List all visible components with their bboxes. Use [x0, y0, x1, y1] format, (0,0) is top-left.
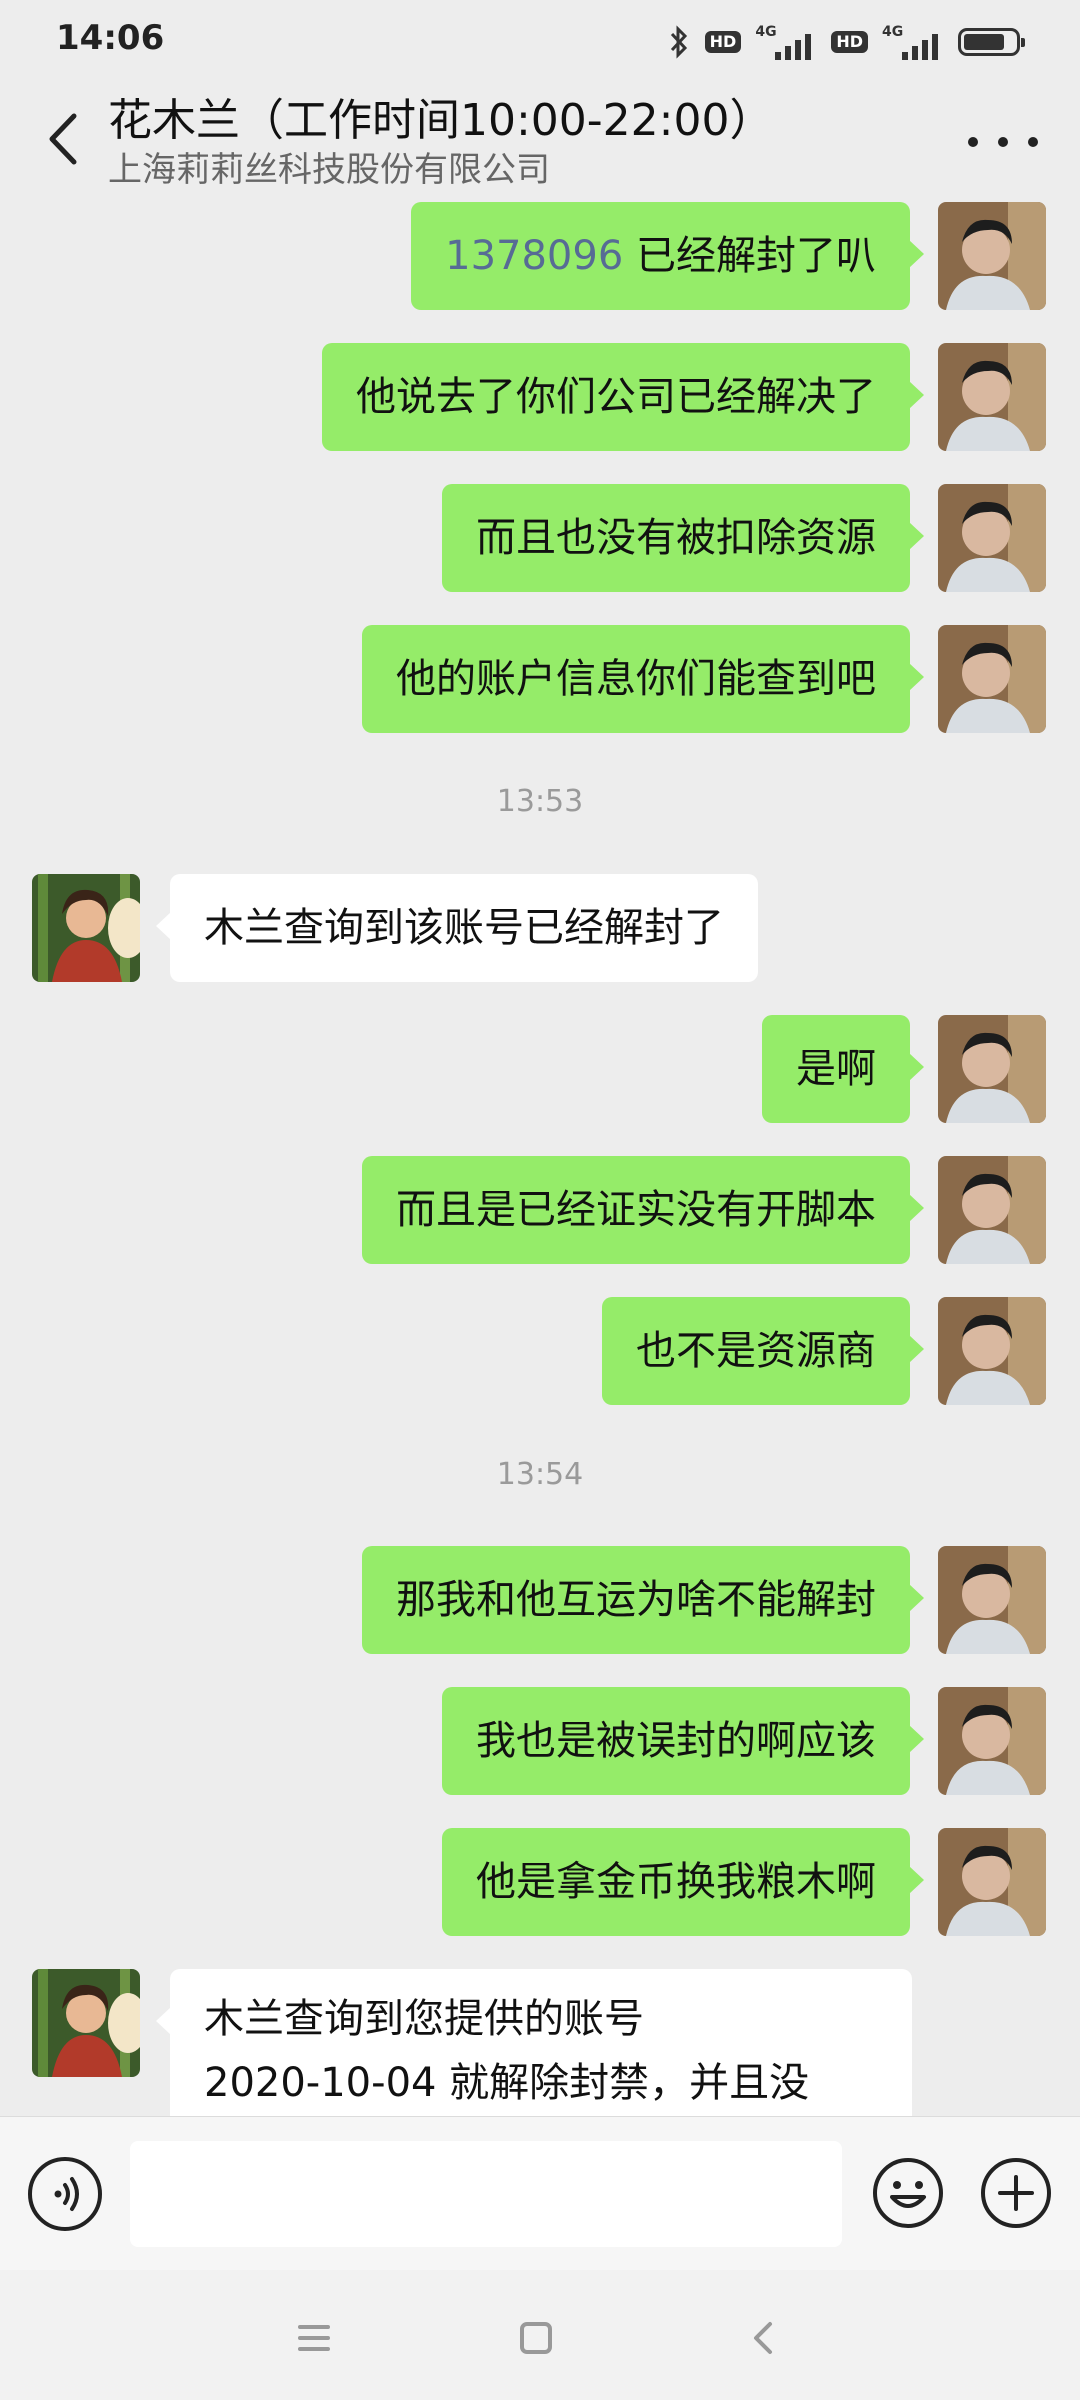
voice-icon — [54, 2177, 79, 2211]
message-line: 2020-10-04 就解除封禁，并且没 — [204, 2060, 810, 2106]
my-avatar[interactable] — [938, 1015, 1046, 1123]
system-nav-bar — [0, 2270, 1080, 2400]
hd-badge: HD — [831, 31, 868, 53]
back-triangle-icon — [754, 2322, 772, 2354]
account-number-link[interactable]: 1378096 — [445, 233, 623, 279]
status-time: 14:06 — [56, 18, 165, 58]
my-message-bubble[interactable]: 我也是被误封的啊应该 — [442, 1687, 924, 1795]
emoji-icon — [873, 2158, 943, 2228]
my-avatar[interactable] — [938, 484, 1046, 592]
my-message-bubble[interactable]: 他的账户信息你们能查到吧 — [362, 625, 924, 733]
home-nav-button[interactable] — [506, 2308, 566, 2368]
my-avatar[interactable] — [938, 343, 1046, 451]
signal-icon: 4G — [882, 24, 944, 60]
input-bar — [0, 2116, 1080, 2271]
back-nav-button[interactable] — [734, 2308, 794, 2368]
my-avatar[interactable] — [938, 625, 1046, 733]
my-message-bubble[interactable]: 他是拿金币换我粮木啊 — [442, 1828, 924, 1936]
menu-nav-button[interactable] — [284, 2308, 344, 2368]
emoji-button[interactable] — [870, 2155, 946, 2231]
hd-badge: HD — [704, 31, 742, 53]
message-timestamp: 13:54 — [496, 1457, 584, 1492]
bluetooth-icon — [670, 25, 687, 59]
contact-avatar[interactable] — [32, 874, 140, 982]
signal-icon: 4G — [755, 24, 817, 60]
home-square-icon — [520, 2322, 552, 2354]
my-avatar[interactable] — [938, 1546, 1046, 1654]
status-icons: HD 4G HD 4G — [667, 22, 1025, 62]
my-message-bubble[interactable]: 他说去了你们公司已经解决了 — [322, 343, 924, 451]
menu-icon — [298, 2325, 330, 2351]
message-input[interactable] — [130, 2141, 842, 2247]
my-avatar[interactable] — [938, 1297, 1046, 1405]
my-message-bubble[interactable]: 而且是已经证实没有开脚本 — [362, 1156, 924, 1264]
chat-subtitle: 上海莉莉丝科技股份有限公司 — [108, 150, 550, 190]
chat-title: 花木兰（工作时间10:00-22:00） — [108, 95, 774, 146]
my-avatar[interactable] — [938, 1828, 1046, 1936]
message-line: 木兰查询到您提供的账号 — [204, 1996, 644, 2042]
chevron-left-icon — [49, 113, 77, 165]
contact-message-bubble[interactable]: 木兰查询到您提供的账号 2020-10-04 就解除封禁，并且没 — [156, 1969, 912, 2116]
contact-avatar[interactable] — [32, 1969, 140, 2077]
more-icon — [968, 137, 978, 147]
battery-icon — [958, 28, 1025, 56]
my-avatar[interactable] — [938, 1156, 1046, 1264]
my-avatar[interactable] — [938, 1687, 1046, 1795]
my-message-bubble[interactable]: 是啊 — [762, 1015, 924, 1123]
more-button[interactable] — [968, 122, 1038, 162]
contact-message-bubble[interactable]: 木兰查询到该账号已经解封了 — [156, 874, 758, 982]
my-message-bubble[interactable]: 1378096 已经解封了叭 — [411, 202, 924, 310]
my-message-bubble[interactable]: 也不是资源商 — [602, 1297, 924, 1405]
chat-header: 花木兰（工作时间10:00-22:00） 上海莉莉丝科技股份有限公司 — [0, 82, 1080, 198]
my-avatar[interactable] — [938, 202, 1046, 310]
message-timestamp: 13:53 — [496, 784, 584, 819]
voice-button[interactable] — [28, 2157, 102, 2231]
my-message-bubble[interactable]: 那我和他互运为啥不能解封 — [362, 1546, 924, 1654]
more-functions-button[interactable] — [978, 2155, 1054, 2231]
status-bar: 14:06 HD 4G HD 4G — [0, 0, 1080, 82]
my-message-bubble[interactable]: 而且也没有被扣除资源 — [442, 484, 924, 592]
chat-area[interactable]: 1378096 已经解封了叭 他说去了你们公司已经解决了 而且也没有被扣除资源 … — [0, 198, 1080, 2116]
back-button[interactable] — [30, 102, 100, 172]
plus-icon — [981, 2158, 1051, 2228]
